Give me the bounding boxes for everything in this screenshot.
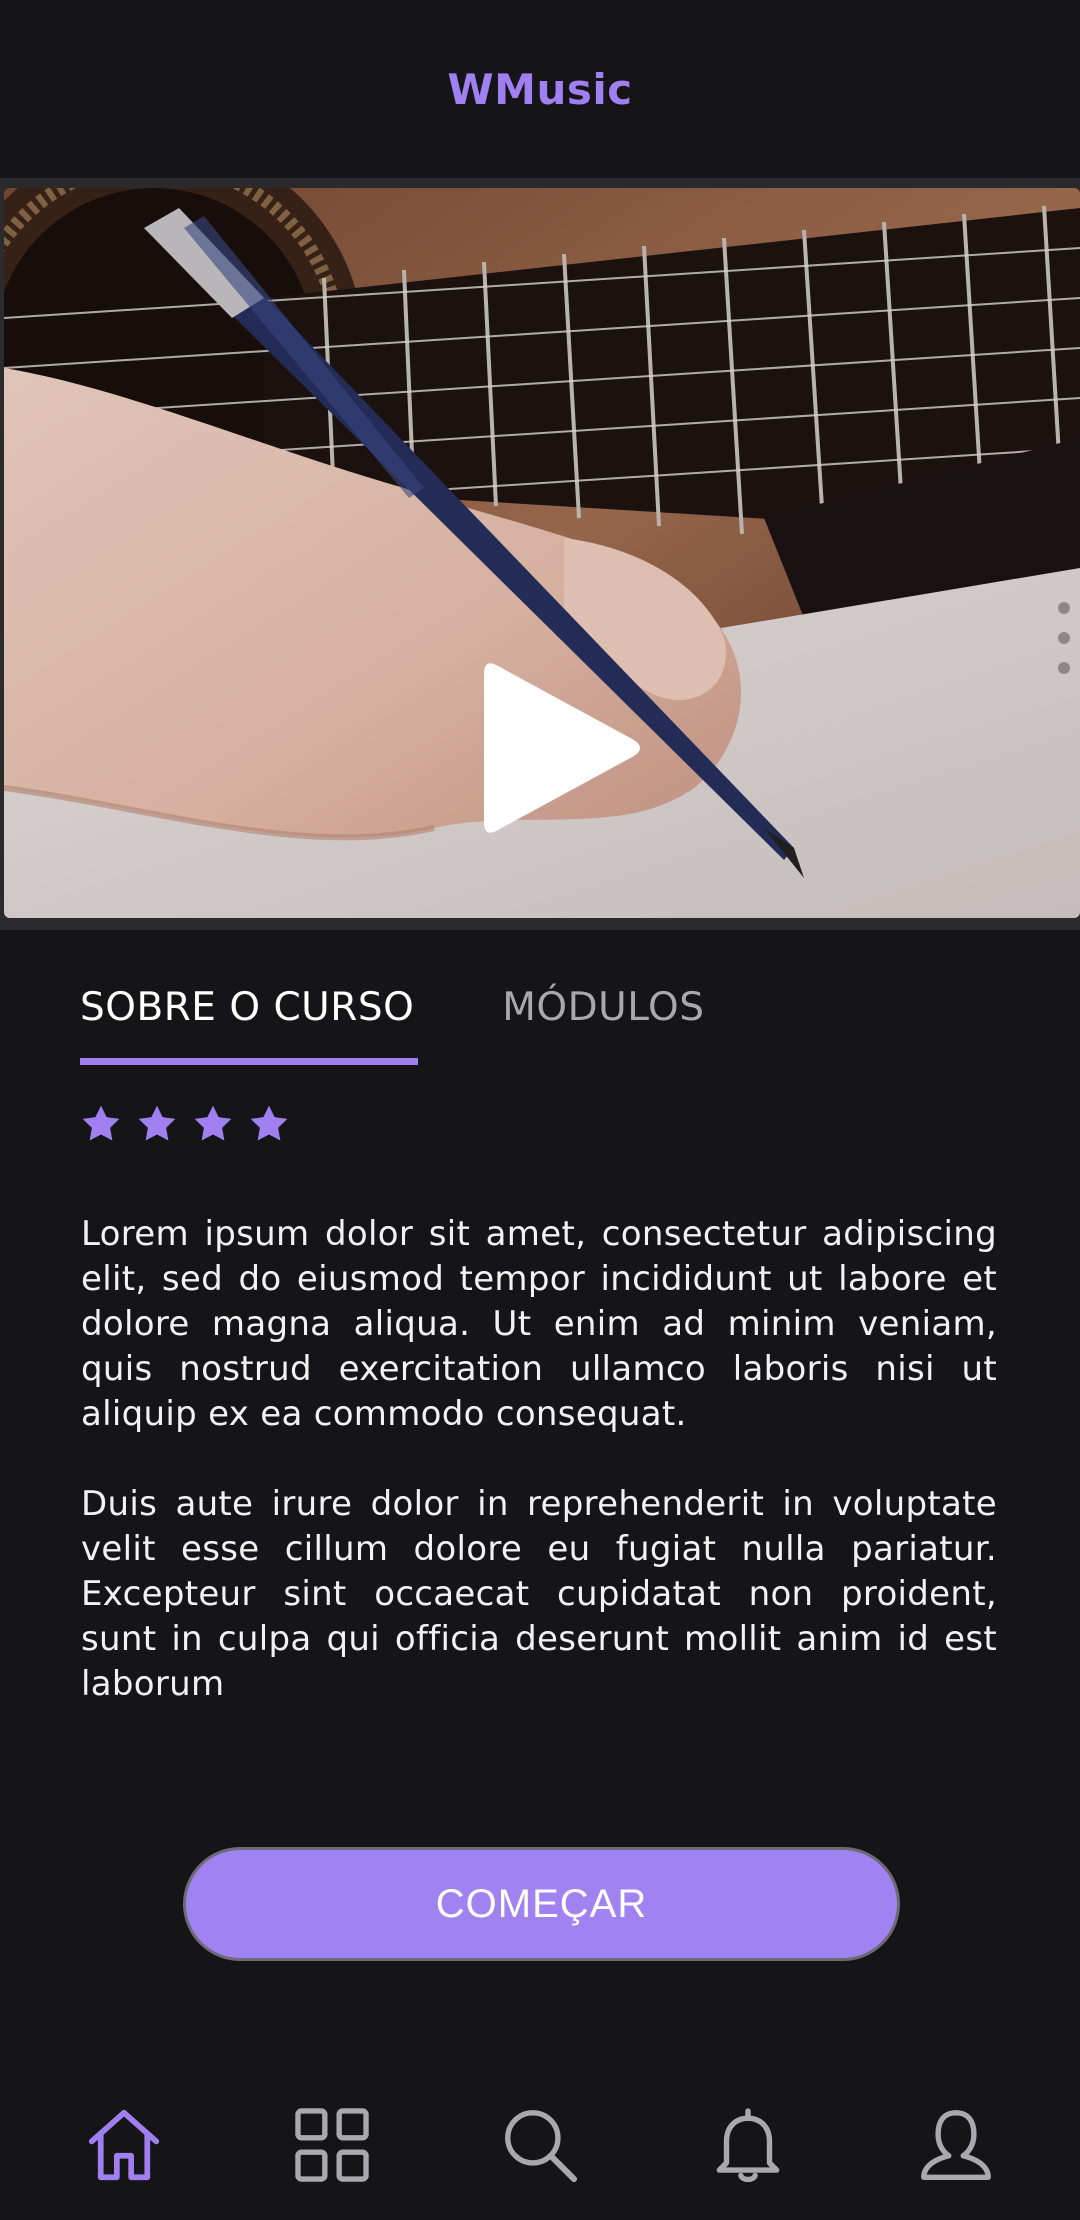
star-icon [138, 1105, 176, 1141]
bottom-navigation [0, 2070, 1080, 2220]
bell-icon [716, 2108, 780, 2183]
course-video[interactable] [0, 188, 1080, 930]
tab-modules[interactable]: MÓDULOS [502, 985, 704, 1065]
app-title: WMusic [447, 64, 633, 114]
star-icon [250, 1105, 288, 1141]
start-button[interactable]: COMEÇAR [183, 1847, 900, 1961]
nav-home[interactable] [74, 2095, 174, 2195]
nav-search[interactable] [490, 2095, 590, 2195]
course-description: Lorem ipsum dolor sit amet, consectetur … [81, 1212, 997, 1707]
star-icon [82, 1105, 120, 1141]
course-rating [80, 1103, 290, 1145]
video-thumbnail[interactable] [4, 188, 1080, 918]
header-divider [0, 178, 1080, 188]
description-paragraph: Duis aute irure dolor in reprehenderit i… [81, 1484, 997, 1704]
grid-icon [295, 2108, 369, 2182]
app-screen: WMusic SOBRE O CURSO MÓDULOS Lorem ipsum… [0, 0, 1080, 2220]
course-tabs: SOBRE O CURSO MÓDULOS [80, 985, 705, 1065]
nav-notifications[interactable] [698, 2095, 798, 2195]
play-icon[interactable] [484, 658, 644, 838]
app-header: WMusic [0, 0, 1080, 178]
home-icon [88, 2109, 160, 2181]
search-icon [505, 2110, 578, 2183]
star-icon [194, 1105, 232, 1141]
nav-profile[interactable] [906, 2095, 1006, 2195]
tab-about-course[interactable]: SOBRE O CURSO [80, 985, 419, 1065]
nav-catalog[interactable] [282, 2095, 382, 2195]
description-paragraph: Lorem ipsum dolor sit amet, consectetur … [81, 1214, 997, 1434]
user-icon [921, 2110, 991, 2180]
